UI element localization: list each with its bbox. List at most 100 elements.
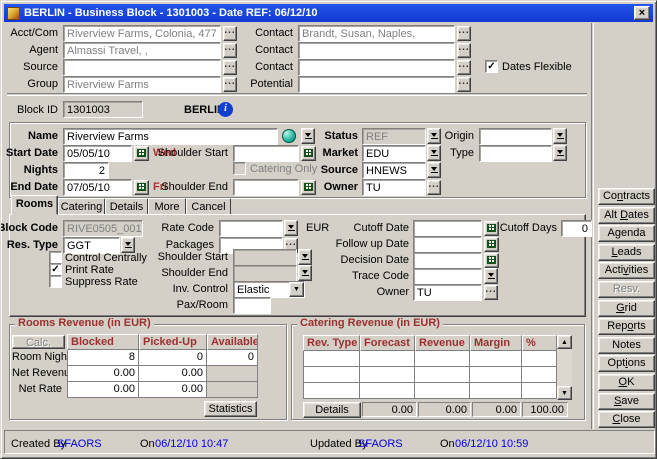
activities-button[interactable]: Activities xyxy=(598,262,655,279)
rooms-shoulder-start-label: Shoulder Start xyxy=(158,251,228,264)
source-field[interactable] xyxy=(63,59,221,76)
nights-field[interactable]: 2 xyxy=(63,162,109,179)
acct-com-field[interactable]: Riverview Farms, Colonia, 477 550-36 xyxy=(63,25,221,42)
start-date-field[interactable]: 05/05/10 xyxy=(63,145,132,162)
contracts-button[interactable]: Contracts xyxy=(598,188,655,205)
globe-icon[interactable] xyxy=(282,129,296,143)
source-lookup-button[interactable]: ... xyxy=(223,60,237,75)
rooms-shoulder-end-dropdown-button[interactable] xyxy=(298,265,312,281)
contact1-field[interactable]: Brandt, Susan, Naples, xyxy=(298,25,455,42)
contact3-lookup-button[interactable]: ... xyxy=(457,60,471,75)
end-date-calendar-icon[interactable] xyxy=(134,180,149,195)
suppress-rate-checkbox[interactable] xyxy=(49,275,62,288)
trace-code-label: Trace Code xyxy=(352,270,409,283)
total-margin: 0.00 xyxy=(472,402,521,417)
rooms-owner-lookup-button[interactable]: ... xyxy=(484,285,498,300)
trace-code-field[interactable] xyxy=(413,268,482,285)
statistics-button[interactable]: Statistics xyxy=(204,401,257,417)
tab-details[interactable]: Details xyxy=(105,198,148,215)
net-revenue-picked-up: 0.00 xyxy=(139,366,207,382)
save-button[interactable]: Save xyxy=(598,393,655,410)
agent-lookup-button[interactable]: ... xyxy=(223,43,237,58)
tab-catering[interactable]: Catering xyxy=(58,198,105,215)
ok-button[interactable]: OK xyxy=(598,374,655,391)
chevron-down-icon[interactable]: ▼ xyxy=(289,282,304,297)
scroll-up-icon[interactable]: ▲ xyxy=(557,335,572,349)
rate-code-field[interactable] xyxy=(219,220,283,237)
resv-button: Resv. xyxy=(598,281,655,298)
res-type-dropdown-button[interactable] xyxy=(121,237,135,253)
rooms-shoulder-end-label: Shoulder End xyxy=(161,267,228,280)
rate-code-dropdown-button[interactable] xyxy=(284,220,298,236)
catering-table-scrollbar[interactable]: ▲ ▼ xyxy=(557,335,572,400)
general-source-field[interactable]: HNEWS xyxy=(362,162,426,179)
shoulder-end-calendar-icon[interactable] xyxy=(301,180,316,195)
group-lookup-button[interactable]: ... xyxy=(223,77,237,92)
grid-button[interactable]: Grid xyxy=(598,300,655,317)
decision-date-field[interactable] xyxy=(413,252,482,269)
table-cell xyxy=(303,383,360,399)
market-label: Market xyxy=(323,147,358,160)
general-owner-lookup-button[interactable]: ... xyxy=(427,180,441,195)
leads-button[interactable]: Leads xyxy=(598,244,655,261)
inv-control-combobox[interactable]: Elastic ▼ xyxy=(233,281,305,298)
contact3-field[interactable] xyxy=(298,59,455,76)
pax-room-field[interactable] xyxy=(233,297,271,314)
agent-field[interactable]: Almassi Travel, , xyxy=(63,42,221,59)
follow-up-calendar-icon[interactable] xyxy=(484,237,499,252)
tab-more[interactable]: More xyxy=(148,198,186,215)
shoulder-start-field[interactable] xyxy=(233,145,299,162)
alt-dates-button[interactable]: Alt Dates xyxy=(598,207,655,224)
dates-flexible-checkbox[interactable]: ✓ xyxy=(485,60,498,73)
agenda-button[interactable]: Agenda xyxy=(598,225,655,242)
cutoff-date-calendar-icon[interactable] xyxy=(484,221,499,236)
info-icon[interactable]: i xyxy=(218,102,233,117)
potential-field[interactable] xyxy=(298,76,455,93)
cutoff-date-label: Cutoff Date xyxy=(354,222,409,235)
cutoff-days-field[interactable]: 0 xyxy=(561,220,592,237)
status-dropdown-button[interactable] xyxy=(427,128,441,144)
shoulder-start-calendar-icon[interactable] xyxy=(301,146,316,161)
lov-dropdown-icon xyxy=(305,133,311,137)
room-nights-picked-up: 0 xyxy=(139,350,207,366)
general-owner-field[interactable]: TU xyxy=(362,179,426,196)
market-field[interactable]: EDU xyxy=(362,145,426,162)
contact2-field[interactable] xyxy=(298,42,455,59)
row-label-net-rate: Net Rate xyxy=(12,382,67,398)
close-icon[interactable]: × xyxy=(634,6,650,20)
tab-rooms[interactable]: Rooms xyxy=(11,195,58,215)
group-field[interactable]: Riverview Farms xyxy=(63,76,221,93)
scroll-down-icon[interactable]: ▼ xyxy=(557,386,572,400)
shoulder-end-field[interactable] xyxy=(233,179,299,196)
contact1-lookup-button[interactable]: ... xyxy=(457,26,471,41)
origin-dropdown-button[interactable] xyxy=(553,128,567,144)
origin-field[interactable] xyxy=(479,128,552,145)
follow-up-date-label: Follow up Date xyxy=(336,238,409,251)
status-label: Status xyxy=(324,130,358,143)
name-dropdown-button[interactable] xyxy=(301,128,315,144)
end-date-field[interactable]: 07/05/10 xyxy=(63,179,132,196)
reports-button[interactable]: Reports xyxy=(598,318,655,335)
start-date-calendar-icon[interactable] xyxy=(134,146,149,161)
decision-date-calendar-icon[interactable] xyxy=(484,253,499,268)
type-label: Type xyxy=(450,147,474,160)
follow-up-date-field[interactable] xyxy=(413,236,482,253)
details-button[interactable]: Details xyxy=(303,402,361,418)
type-field[interactable] xyxy=(479,145,552,162)
close-button[interactable]: Close xyxy=(598,411,655,428)
general-source-dropdown-button[interactable] xyxy=(427,162,441,178)
business-block-window: BERLIN - Business Block - 1301003 - Date… xyxy=(0,0,657,459)
cutoff-date-field[interactable] xyxy=(413,220,482,237)
tab-cancel[interactable]: Cancel xyxy=(186,198,231,215)
name-field[interactable]: Riverview Farms xyxy=(63,128,278,145)
trace-code-dropdown-button[interactable] xyxy=(484,268,498,284)
type-dropdown-button[interactable] xyxy=(553,145,567,161)
market-dropdown-button[interactable] xyxy=(427,145,441,161)
rooms-shoulder-start-dropdown-button[interactable] xyxy=(298,249,312,265)
acct-com-lookup-button[interactable]: ... xyxy=(223,26,237,41)
contact2-lookup-button[interactable]: ... xyxy=(457,43,471,58)
notes-button[interactable]: Notes xyxy=(598,337,655,354)
rooms-owner-field[interactable]: TU xyxy=(413,284,482,301)
options-button[interactable]: Options xyxy=(598,355,655,372)
potential-lookup-button[interactable]: ... xyxy=(457,77,471,92)
